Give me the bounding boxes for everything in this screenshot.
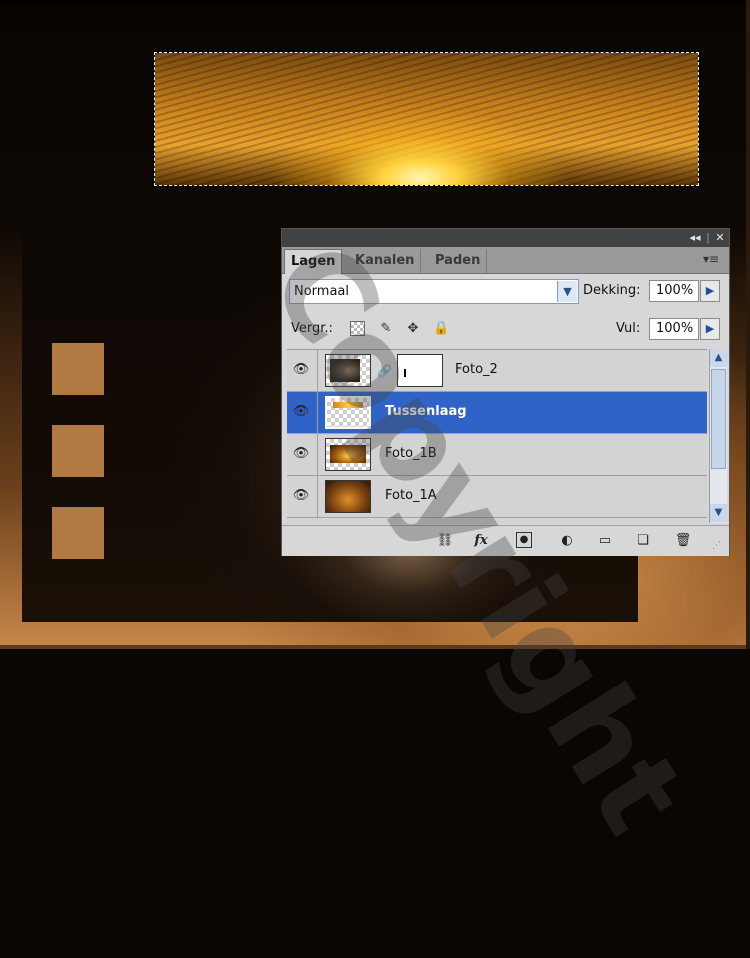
eye-column-divider (317, 476, 318, 518)
new-layer-icon[interactable]: ❏ (634, 532, 652, 550)
lock-label: Vergr.: (291, 321, 333, 336)
chain-link-icon[interactable]: 🔗 (377, 362, 392, 380)
layer-row-foto-1b[interactable]: 👁 Foto_1B (287, 434, 707, 476)
blend-mode-select[interactable]: Normaal ▼ (289, 279, 579, 304)
fill-input[interactable]: 100% (649, 318, 699, 340)
tab-paden[interactable]: Paden (429, 249, 488, 273)
panel-tabs: Lagen Kanalen Paden ▾≡ (282, 247, 729, 274)
layer-thumbnail[interactable] (325, 438, 371, 471)
panel-menu-icon[interactable]: ▾≡ (703, 252, 719, 266)
layer-list: 👁 🔗 Foto_2 👁 Tussenlaag 👁 Foto_1B 👁 Foto… (287, 349, 707, 524)
titlebar-divider: | (706, 231, 710, 244)
layer-row-foto-2[interactable]: 👁 🔗 Foto_2 (287, 350, 707, 392)
canvas-edge-right (746, 0, 750, 649)
new-group-icon[interactable]: ▭ (596, 532, 614, 550)
opacity-label: Dekking: (583, 283, 641, 298)
adjustment-layer-icon[interactable]: ◐ (558, 532, 576, 550)
blend-mode-value: Normaal (294, 284, 350, 299)
tab-lagen[interactable]: Lagen (284, 249, 343, 274)
eye-column-divider (317, 350, 318, 392)
trash-icon[interactable]: 🗑 (674, 532, 692, 550)
lock-transparency-icon[interactable] (350, 321, 365, 336)
eye-icon[interactable]: 👁 (291, 488, 311, 504)
layer-thumbnail[interactable] (325, 396, 371, 429)
opacity-slider-button[interactable]: ▶ (700, 280, 720, 302)
eye-icon[interactable]: 👁 (291, 404, 311, 420)
panel-bottom-bar: ⛓ fx ● ◐ ▭ ❏ 🗑 ⋰ (282, 525, 729, 556)
canvas-edge-top (0, 0, 750, 4)
collapse-panel-button[interactable]: ◂◂ (685, 230, 705, 246)
marquee-selection[interactable] (154, 52, 699, 186)
scroll-up-button[interactable]: ▲ (710, 349, 727, 367)
layer-row-foto-1a[interactable]: 👁 Foto_1A (287, 476, 707, 518)
filmstrip-square-2 (52, 425, 104, 477)
lock-brush-icon[interactable]: ✎ (378, 321, 394, 337)
eye-icon[interactable]: 👁 (291, 446, 311, 462)
layer-list-scrollbar[interactable]: ▲ ▼ (709, 349, 727, 523)
tab-kanalen[interactable]: Kanalen (349, 249, 422, 273)
layer-thumbnail[interactable] (325, 354, 371, 387)
add-mask-icon[interactable]: ● (516, 532, 532, 548)
chevron-down-icon[interactable]: ▼ (557, 281, 577, 302)
layer-name[interactable]: Tussenlaag (385, 404, 467, 419)
layer-mask-thumbnail[interactable] (397, 354, 443, 387)
layer-name[interactable]: Foto_1A (385, 488, 437, 503)
eye-column-divider (317, 392, 318, 434)
filmstrip-square-3 (52, 507, 104, 559)
layer-name[interactable]: Foto_1B (385, 446, 437, 461)
lock-row: Vergr.: ✎ ✥ 🔒 Vul: 100% ▶ (282, 317, 729, 345)
fill-slider-button[interactable]: ▶ (700, 318, 720, 340)
scroll-thumb[interactable] (711, 369, 726, 469)
lock-move-icon[interactable]: ✥ (405, 321, 421, 337)
fx-icon[interactable]: fx (472, 532, 490, 550)
eye-icon[interactable]: 👁 (291, 362, 311, 378)
layers-panel: ◂◂ | ✕ Lagen Kanalen Paden ▾≡ Normaal ▼ … (281, 228, 730, 556)
filmstrip-square-1 (52, 343, 104, 395)
canvas-edge-bottom (0, 645, 750, 649)
resize-grip-icon[interactable]: ⋰ (712, 540, 724, 552)
fill-label: Vul: (616, 321, 641, 336)
opacity-input[interactable]: 100% (649, 280, 699, 302)
lock-all-icon[interactable]: 🔒 (433, 321, 449, 337)
close-panel-button[interactable]: ✕ (712, 230, 728, 246)
layer-thumbnail[interactable] (325, 480, 371, 513)
blend-row: Normaal ▼ Dekking: 100% ▶ (282, 278, 729, 308)
eye-column-divider (317, 434, 318, 476)
layer-row-tussenlaag[interactable]: 👁 Tussenlaag (287, 392, 707, 434)
link-layers-icon[interactable]: ⛓ (432, 532, 458, 550)
scroll-down-button[interactable]: ▼ (710, 504, 727, 522)
panel-titlebar[interactable]: ◂◂ | ✕ (282, 229, 729, 247)
layer-name[interactable]: Foto_2 (455, 362, 498, 377)
